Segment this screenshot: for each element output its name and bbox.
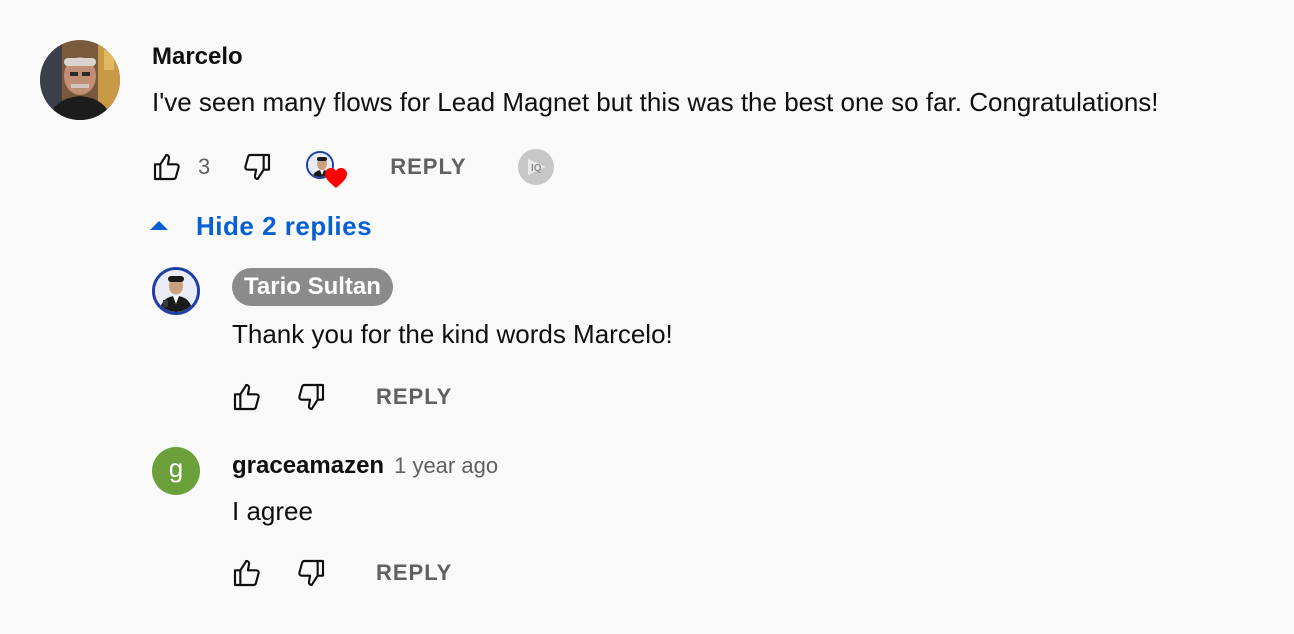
- avatar-marcelo[interactable]: [40, 40, 120, 120]
- like-button[interactable]: [230, 381, 264, 413]
- comment-author[interactable]: Marcelo: [152, 43, 243, 71]
- reply-timestamp[interactable]: 1 year ago: [394, 453, 498, 478]
- comment-text: I've seen many flows for Lead Magnet but…: [152, 87, 1159, 117]
- extension-button[interactable]: IQ: [517, 148, 555, 186]
- dislike-button[interactable]: [294, 381, 328, 413]
- user-photo-icon: [40, 40, 120, 120]
- thumbs-down-icon: [298, 559, 325, 587]
- thumbs-down-icon: [298, 383, 325, 411]
- reply-actions: REPLY: [230, 377, 452, 417]
- reply-text: Thank you for the kind words Marcelo!: [232, 319, 673, 349]
- dislike-button[interactable]: [240, 151, 274, 183]
- reply-text: I agree: [232, 496, 313, 526]
- like-button[interactable]: [150, 151, 184, 183]
- creator-heart-badge: [306, 147, 348, 188]
- heart-icon: [325, 168, 348, 188]
- reply-actions: REPLY: [230, 553, 452, 593]
- reply-author-row: graceamazen 1 year ago: [232, 452, 498, 480]
- iq-extension-icon: IQ: [517, 149, 554, 185]
- thumbs-down-icon: [244, 153, 271, 181]
- reply-button[interactable]: REPLY: [376, 560, 452, 586]
- avatar-letter: g: [168, 453, 184, 483]
- reply-author: Tario Sultan: [244, 273, 381, 300]
- thumbs-up-icon: [233, 383, 260, 411]
- reply-author[interactable]: graceamazen: [232, 452, 384, 479]
- caret-up-icon: [150, 221, 168, 230]
- svg-text:IQ: IQ: [531, 163, 542, 174]
- thumbs-up-icon: [233, 559, 260, 587]
- reply-button[interactable]: REPLY: [376, 384, 452, 410]
- avatar-graceamazen[interactable]: g: [152, 447, 200, 495]
- avatar-tario-sultan[interactable]: [152, 267, 200, 315]
- thumbs-up-icon: [153, 153, 180, 181]
- like-count: 3: [198, 154, 211, 179]
- dislike-button[interactable]: [294, 557, 328, 589]
- hide-replies-button[interactable]: Hide 2 replies: [148, 206, 372, 246]
- user-photo-icon: [155, 270, 197, 312]
- hide-replies-label: Hide 2 replies: [196, 210, 373, 241]
- comment-actions: 3 REPLY IQ: [150, 147, 555, 188]
- creator-author-badge[interactable]: Tario Sultan: [232, 268, 393, 306]
- like-button[interactable]: [230, 557, 264, 589]
- reply-button[interactable]: REPLY: [390, 154, 466, 180]
